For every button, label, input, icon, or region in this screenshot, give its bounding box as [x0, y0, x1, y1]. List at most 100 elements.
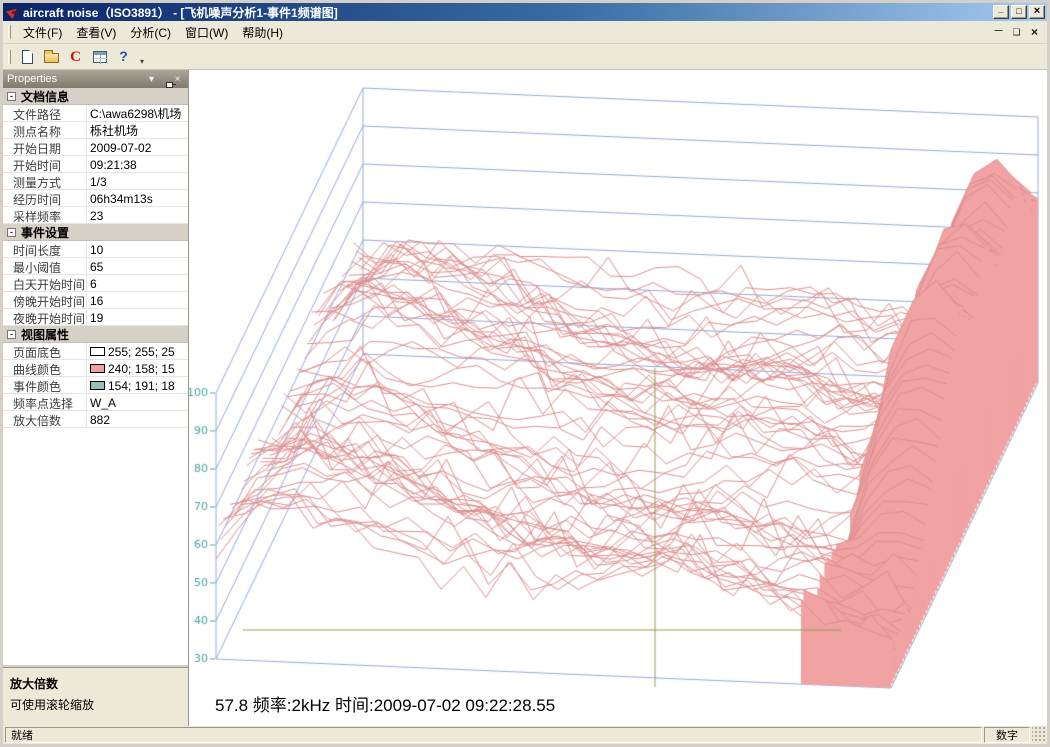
toolbar	[3, 44, 1047, 70]
menu-item-help[interactable]: 帮助(H)	[235, 21, 290, 44]
panel-close-icon[interactable]: ×	[171, 74, 184, 85]
mdi-minimize-button[interactable]	[990, 25, 1007, 40]
property-label: 经历时间	[3, 190, 87, 206]
property-label: 测量方式	[3, 173, 87, 189]
property-value[interactable]: 23	[87, 207, 188, 223]
properties-panel-title: Properties	[7, 73, 145, 85]
property-value[interactable]: 2009-07-02	[87, 139, 188, 155]
property-value[interactable]: 1/3	[87, 173, 188, 189]
property-row: 时间长度 10	[3, 241, 188, 258]
calibration-c-icon	[70, 48, 81, 66]
chart-area: 57.8 频率:2kHz 时间:2009-07-02 09:22:28.55	[189, 70, 1047, 726]
section-header-view-properties[interactable]: 视图属性	[3, 326, 188, 343]
property-value[interactable]: 19	[87, 309, 188, 325]
color-swatch	[90, 381, 105, 390]
collapse-icon[interactable]	[7, 92, 16, 101]
property-label: 开始时间	[3, 156, 87, 172]
collapse-icon[interactable]	[7, 228, 16, 237]
menu-item-analysis[interactable]: 分析(C)	[123, 21, 178, 44]
property-row: 开始日期 2009-07-02	[3, 139, 188, 156]
property-row: 经历时间 06h34m13s	[3, 190, 188, 207]
property-label: 傍晚开始时间	[3, 292, 87, 308]
open-folder-icon	[44, 53, 59, 63]
status-text: 就绪	[5, 727, 982, 743]
property-value[interactable]: 09:21:38	[87, 156, 188, 172]
property-label: 曲线颜色	[3, 360, 87, 376]
calibration-button[interactable]	[64, 46, 87, 68]
panel-filler	[3, 428, 188, 664]
property-label: 夜晚开始时间	[3, 309, 87, 325]
spectrum-canvas[interactable]	[189, 70, 1046, 726]
toolbar-grip[interactable]	[8, 50, 11, 64]
property-row: 测点名称 栎社机场	[3, 122, 188, 139]
property-label: 时间长度	[3, 241, 87, 257]
property-value[interactable]: W_A	[87, 394, 188, 410]
menu-item-window[interactable]: 窗口(W)	[178, 21, 235, 44]
menu-item-view[interactable]: 查看(V)	[69, 21, 123, 44]
property-row: 频率点选择 W_A	[3, 394, 188, 411]
menu-bar: 文件(F) 查看(V) 分析(C) 窗口(W) 帮助(H)	[3, 21, 1047, 44]
status-bar: 就绪 数字	[3, 726, 1047, 744]
main-area: Properties ▾ × 文档信息 文件路径 C:\awa6298\机场 测…	[3, 70, 1047, 726]
section-title: 事件设置	[21, 224, 69, 241]
app-icon	[6, 5, 20, 19]
property-value[interactable]: 16	[87, 292, 188, 308]
title-bar: aircraft noise（ISO3891） - [飞机噪声分析1-事件1频谱…	[3, 3, 1047, 21]
property-value[interactable]: 6	[87, 275, 188, 291]
section-title: 文档信息	[21, 88, 69, 105]
property-value[interactable]: 06h34m13s	[87, 190, 188, 206]
property-value[interactable]: C:\awa6298\机场	[87, 105, 188, 121]
mdi-restore-button[interactable]	[1008, 25, 1025, 40]
properties-grid-icon	[93, 51, 107, 63]
property-row: 文件路径 C:\awa6298\机场	[3, 105, 188, 122]
property-value[interactable]: 255; 255; 25	[87, 343, 188, 359]
maximize-button[interactable]	[1011, 5, 1027, 19]
property-row: 傍晚开始时间 16	[3, 292, 188, 309]
help-text: 可使用滚轮缩放	[10, 696, 181, 713]
property-value[interactable]: 10	[87, 241, 188, 257]
resize-grip[interactable]	[1032, 727, 1045, 743]
property-label: 事件颜色	[3, 377, 87, 393]
property-label: 最小阈值	[3, 258, 87, 274]
property-row: 开始时间 09:21:38	[3, 156, 188, 173]
property-row: 夜晚开始时间 19	[3, 309, 188, 326]
help-button[interactable]	[112, 46, 135, 68]
color-value-text: 240; 158; 15	[108, 362, 175, 376]
num-lock-indicator: 数字	[984, 727, 1030, 743]
property-label: 页面底色	[3, 343, 87, 359]
property-grid: 文档信息 文件路径 C:\awa6298\机场 测点名称 栎社机场 开始日期 2…	[3, 88, 188, 428]
new-document-button[interactable]	[16, 46, 39, 68]
color-swatch	[90, 347, 105, 356]
mdi-close-button[interactable]	[1026, 25, 1043, 40]
property-value[interactable]: 65	[87, 258, 188, 274]
close-button[interactable]	[1029, 5, 1045, 19]
section-header-document-info[interactable]: 文档信息	[3, 88, 188, 105]
property-value[interactable]: 栎社机场	[87, 122, 188, 138]
help-icon	[119, 48, 128, 66]
property-label: 开始日期	[3, 139, 87, 155]
properties-header: Properties ▾ ×	[3, 70, 188, 88]
property-row: 测量方式 1/3	[3, 173, 188, 190]
collapse-icon[interactable]	[7, 330, 16, 339]
property-value[interactable]: 240; 158; 15	[87, 360, 188, 376]
property-row: 事件颜色 154; 191; 18	[3, 377, 188, 394]
open-file-button[interactable]	[40, 46, 63, 68]
menu-item-file[interactable]: 文件(F)	[16, 21, 69, 44]
menubar-grip[interactable]	[8, 25, 11, 39]
chevron-down-icon[interactable]: ▾	[145, 74, 158, 85]
color-value-text: 154; 191; 18	[108, 379, 175, 393]
property-label: 白天开始时间	[3, 275, 87, 291]
property-label: 文件路径	[3, 105, 87, 121]
property-row: 放大倍数 882	[3, 411, 188, 428]
property-row: 采样频率 23	[3, 207, 188, 224]
property-help-box: 放大倍数 可使用滚轮缩放	[3, 668, 188, 726]
chart-readout: 57.8 频率:2kHz 时间:2009-07-02 09:22:28.55	[215, 691, 555, 716]
property-label: 频率点选择	[3, 394, 87, 410]
minimize-button[interactable]	[993, 5, 1009, 19]
property-value[interactable]: 154; 191; 18	[87, 377, 188, 393]
section-header-event-settings[interactable]: 事件设置	[3, 224, 188, 241]
properties-button[interactable]	[88, 46, 111, 68]
toolbar-overflow-button[interactable]	[136, 46, 148, 68]
color-swatch	[90, 364, 105, 373]
property-value[interactable]: 882	[87, 411, 188, 427]
